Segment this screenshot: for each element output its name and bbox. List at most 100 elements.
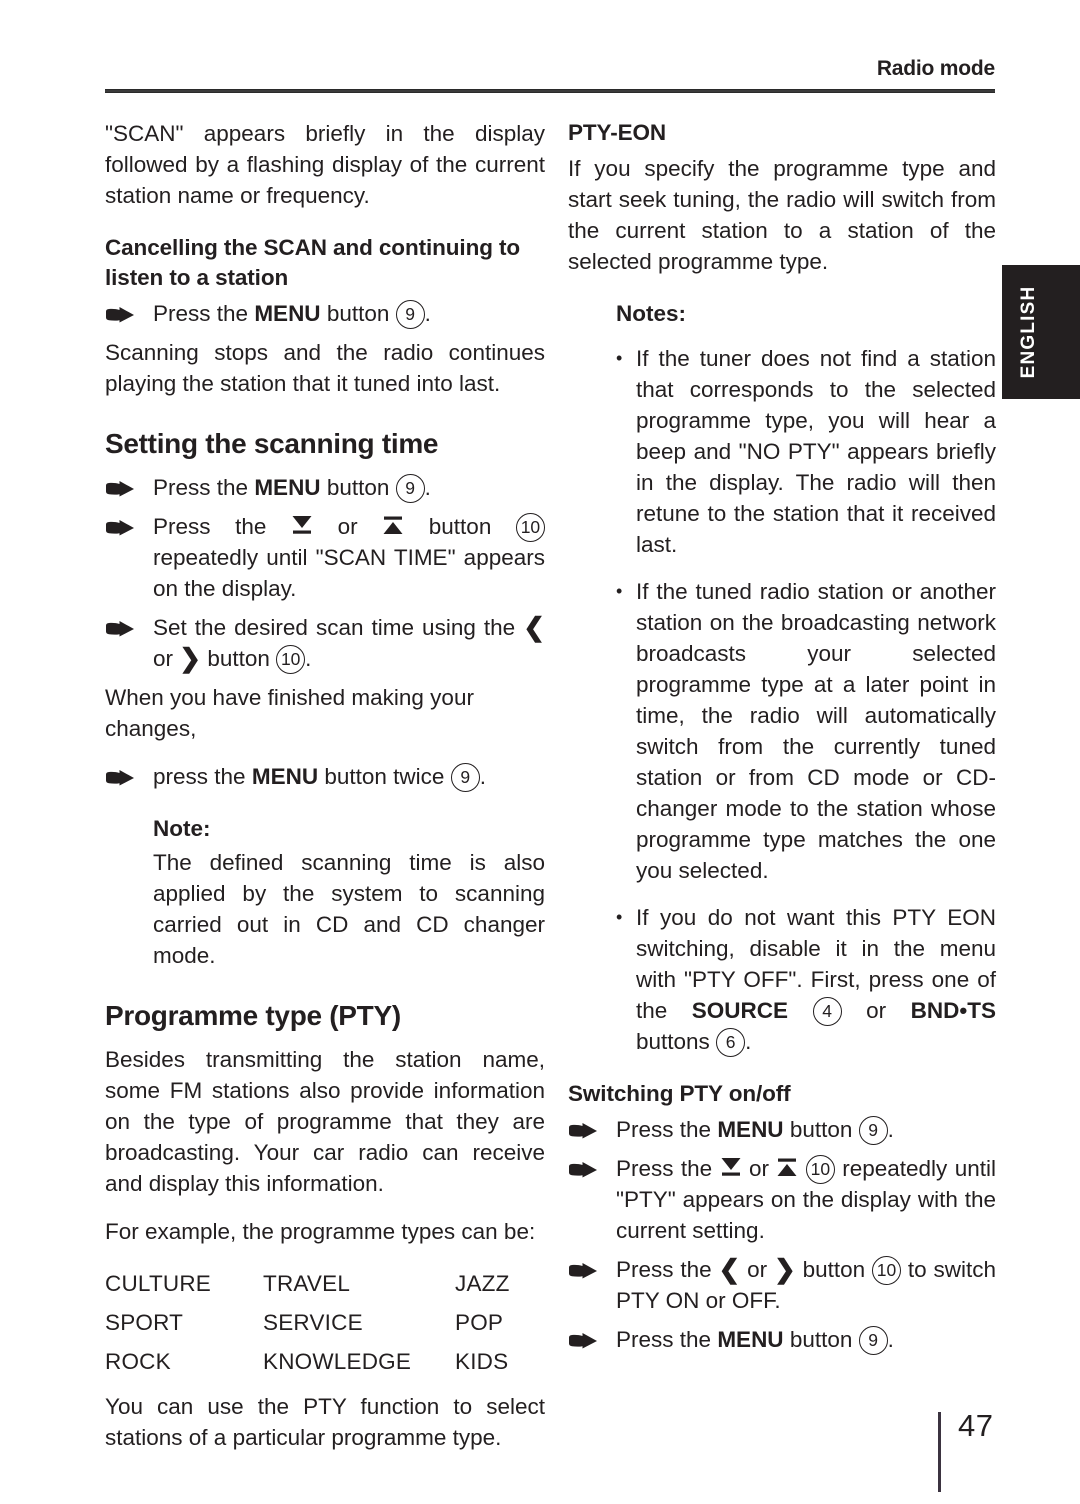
seek-up-arrow-icon <box>776 1157 798 1178</box>
step-text-prefix: Press the <box>153 301 249 326</box>
pointing-hand-icon <box>105 515 141 537</box>
step-text-bold: MENU <box>251 764 319 789</box>
step-text-end: . <box>424 301 431 326</box>
chevron-left-icon: ❮ <box>523 612 545 642</box>
chevron-left-icon: ❮ <box>718 1254 741 1284</box>
pointing-hand-icon <box>568 1258 604 1280</box>
programme-type-cell: ROCK <box>105 1349 171 1374</box>
cancel-scan-heading: Cancelling the SCAN and continuing to li… <box>105 235 521 290</box>
step-text-suffix: button <box>207 646 270 671</box>
list-item: If you do not want this PTY EON switchin… <box>616 902 996 1057</box>
list-item: If the tuner does not find a station tha… <box>616 343 996 560</box>
pointing-hand-icon <box>568 1157 604 1179</box>
chevron-right-icon: ❯ <box>179 643 202 673</box>
step-text-suffix: button <box>428 514 492 539</box>
step-text-end: . <box>887 1327 894 1352</box>
step-scantime-press-menu: Press the MENU button 9. <box>105 472 545 503</box>
step-text-mid: or <box>747 1257 768 1282</box>
pointing-hand-icon <box>105 476 141 498</box>
button-reference-10: 10 <box>276 645 306 674</box>
programme-type-cell: KIDS <box>455 1349 509 1374</box>
button-reference-10: 10 <box>872 1256 902 1285</box>
scanning-time-heading: Setting the scanning time <box>105 428 439 459</box>
note-text-mid: or <box>866 998 887 1023</box>
pty-eon-notes-list: If the tuner does not find a station tha… <box>616 343 996 1057</box>
note-text-end: . <box>745 1029 752 1054</box>
step-text-suffix: button <box>326 475 390 500</box>
programme-type-cell: POP <box>455 1310 504 1335</box>
step-text-bold: MENU <box>254 475 321 500</box>
pointing-hand-icon <box>105 765 141 787</box>
scanning-stops-paragraph: Scanning stops and the radio continues p… <box>105 340 545 396</box>
step-text-prefix: Press the <box>616 1156 713 1181</box>
programme-type-cell: SPORT <box>105 1310 184 1335</box>
step-text-suffix: button <box>326 301 390 326</box>
bnd-ts-button-label: BND•TS <box>910 998 996 1023</box>
step-pty-seek-until: Press the or 10 repeatedly until "PTY" a… <box>568 1153 996 1246</box>
step-press-menu-twice: press the MENU button twice 9. <box>105 761 545 792</box>
pty-eon-heading: PTY-EON <box>568 120 667 145</box>
right-column: PTY-EON If you specify the programme typ… <box>568 118 996 1363</box>
step-text-prefix: Press the <box>153 514 267 539</box>
seek-down-arrow-icon <box>720 1157 742 1178</box>
programme-type-cell: CULTURE <box>105 1271 211 1296</box>
step-text-suffix: button <box>789 1327 853 1352</box>
left-column: "SCAN" appears briefly in the display fo… <box>105 118 545 1470</box>
language-tab-label: ENGLISH <box>1018 285 1039 379</box>
page-header: Radio mode <box>105 58 995 93</box>
step-text-end: . <box>305 646 312 671</box>
notes-title: Notes: <box>616 301 687 326</box>
pointing-hand-icon <box>568 1328 604 1350</box>
step-text-prefix: Press the <box>153 475 249 500</box>
step-pty-press-menu-2: Press the MENU button 9. <box>568 1324 996 1355</box>
footer-divider <box>938 1412 941 1492</box>
step-text-end: . <box>479 764 486 789</box>
button-reference-9: 9 <box>395 300 425 329</box>
note-text-part-2: buttons <box>636 1029 710 1054</box>
programme-types-table: CULTURE TRAVEL JAZZ SPORT SERVICE POP RO… <box>105 1264 545 1381</box>
step-text-mid: or <box>337 514 358 539</box>
step-text-prefix: Set the desired scan time using the <box>153 615 516 640</box>
note-text: The defined scanning time is also applie… <box>153 850 545 968</box>
button-reference-10: 10 <box>515 513 545 542</box>
programme-type-cell: KNOWLEDGE <box>263 1349 412 1374</box>
table-row: ROCK KNOWLEDGE KIDS <box>105 1342 545 1381</box>
pty-eon-notes-title-block: Notes: <box>616 299 996 329</box>
button-reference-9: 9 <box>858 1116 888 1145</box>
scan-intro-paragraph: "SCAN" appears briefly in the display fo… <box>105 121 545 208</box>
source-button-label: SOURCE <box>691 998 789 1023</box>
step-text-mid: or <box>749 1156 770 1181</box>
step-text-end: . <box>887 1117 894 1142</box>
step-press-menu-cancel-scan: Press the MENU button 9. <box>105 298 545 329</box>
language-tab: ENGLISH <box>1002 265 1080 399</box>
seek-up-arrow-icon <box>382 515 404 536</box>
programme-type-cell: JAZZ <box>455 1271 510 1296</box>
button-reference-9: 9 <box>395 474 425 503</box>
programme-type-paragraph-2: For example, the programme types can be: <box>105 1219 536 1244</box>
manual-page: Radio mode ENGLISH "SCAN" appears briefl… <box>0 0 1080 1504</box>
step-text-bold: MENU <box>717 1117 784 1142</box>
pointing-hand-icon <box>105 616 141 638</box>
step-text-prefix: press the <box>153 764 246 789</box>
step-text-prefix: Press the <box>616 1117 712 1142</box>
pointing-hand-icon <box>105 302 141 324</box>
button-reference-4: 4 <box>812 997 842 1026</box>
step-pty-press-menu-1: Press the MENU button 9. <box>568 1114 996 1145</box>
step-text-end: repeatedly until "SCAN TIME" appears on … <box>153 545 545 601</box>
programme-type-cell: TRAVEL <box>263 1271 351 1296</box>
programme-type-paragraph-3: You can use the PTY function to select s… <box>105 1394 545 1450</box>
step-text-bold: MENU <box>717 1327 784 1352</box>
step-pty-toggle: Press the ❮ or ❯ button 10 to switch PTY… <box>568 1254 996 1316</box>
seek-down-arrow-icon <box>291 515 313 536</box>
programme-type-cell: SERVICE <box>263 1310 363 1335</box>
programme-type-paragraph-1: Besides transmitting the station name, s… <box>105 1047 545 1196</box>
step-text-suffix: button <box>789 1117 853 1142</box>
header-divider <box>105 89 995 93</box>
button-reference-10: 10 <box>805 1155 835 1184</box>
step-scantime-set-value: Set the desired scan time using the ❮ or… <box>105 612 545 674</box>
step-text-bold: MENU <box>254 301 321 326</box>
chevron-right-icon: ❯ <box>773 1254 796 1284</box>
table-row: CULTURE TRAVEL JAZZ <box>105 1264 545 1303</box>
page-title: Radio mode <box>876 57 995 80</box>
list-item: If the tuned radio station or another st… <box>616 576 996 886</box>
